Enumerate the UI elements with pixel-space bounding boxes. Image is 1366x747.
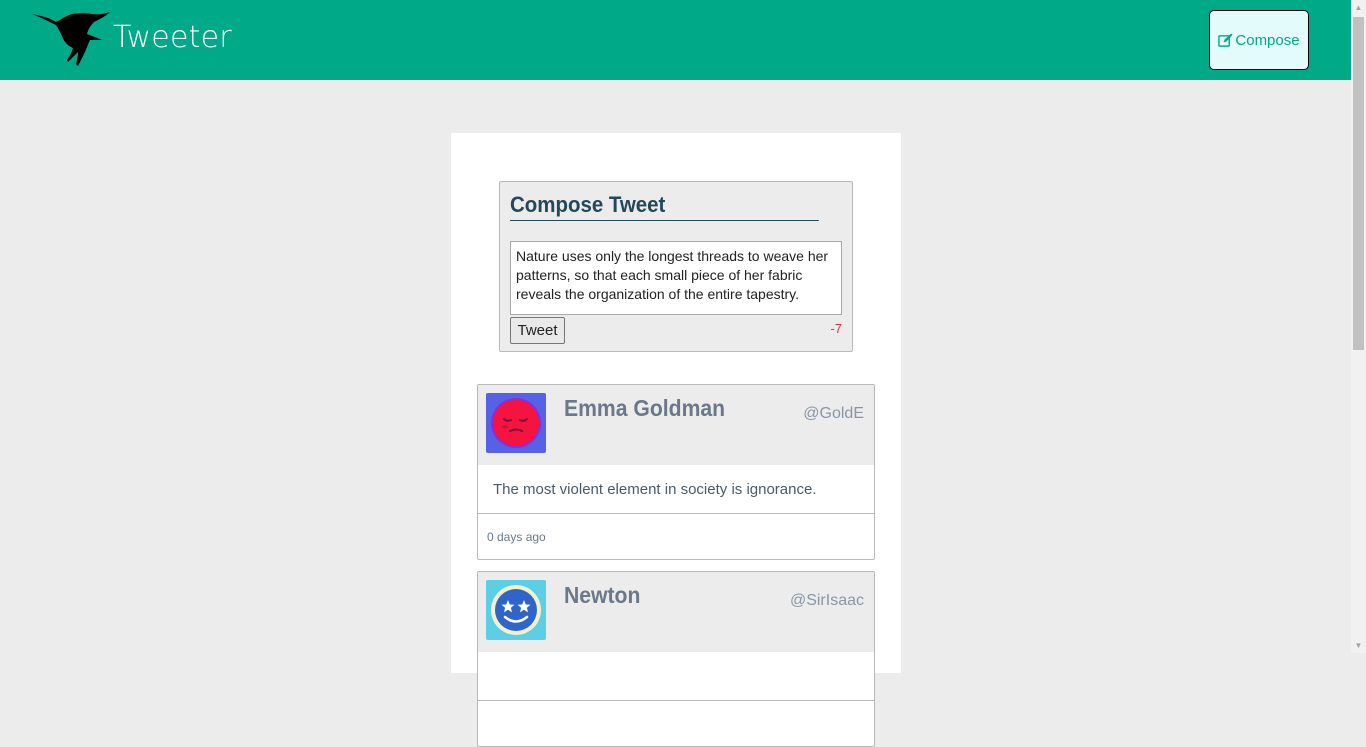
scroll-up-arrow-icon[interactable]: ▲ [1351,0,1366,15]
tweet-textarea[interactable]: Nature uses only the longest threads to … [510,241,842,315]
tweet-header: Emma Goldman @GoldE [478,385,874,465]
tweet-content [478,652,874,701]
user-handle: @SirIsaac [789,592,864,609]
avatar [486,580,546,640]
tweet-header: Newton @SirIsaac [478,572,874,652]
user-name: Emma Goldman [564,395,726,421]
tweet-card: Emma Goldman @GoldE The most violent ele… [477,384,875,560]
top-navbar: Tweeter Compose [0,0,1351,80]
hummingbird-icon [32,12,110,66]
compose-nav-label: Compose [1235,31,1300,49]
compose-tweet-section: Compose Tweet Nature uses only the longe… [499,181,853,352]
scroll-thumb[interactable] [1353,17,1364,350]
tweet-submit-button[interactable]: Tweet [510,317,565,344]
tweet-timestamp: 0 days ago [487,529,546,544]
tweet-timestamp [478,701,874,746]
edit-icon [1218,32,1233,47]
star-eyes-face-avatar-icon [486,580,546,640]
user-name: Newton [564,582,641,608]
avatar [486,393,546,453]
sleepy-face-avatar-icon [486,393,546,453]
tweet-card: Newton @SirIsaac [477,571,875,747]
main-container: Compose Tweet Nature uses only the longe… [451,133,901,747]
character-counter: -7 [830,321,842,336]
compose-title: Compose Tweet [510,192,819,221]
tweet-content: The most violent element in society is i… [478,465,874,514]
page-scrollbar[interactable]: ▲ ▼ [1351,0,1366,653]
scroll-down-arrow-icon[interactable]: ▼ [1351,638,1366,653]
brand-title[interactable]: Tweeter [113,20,232,55]
user-handle: @GoldE [803,405,864,422]
compose-nav-button[interactable]: Compose [1209,10,1309,70]
